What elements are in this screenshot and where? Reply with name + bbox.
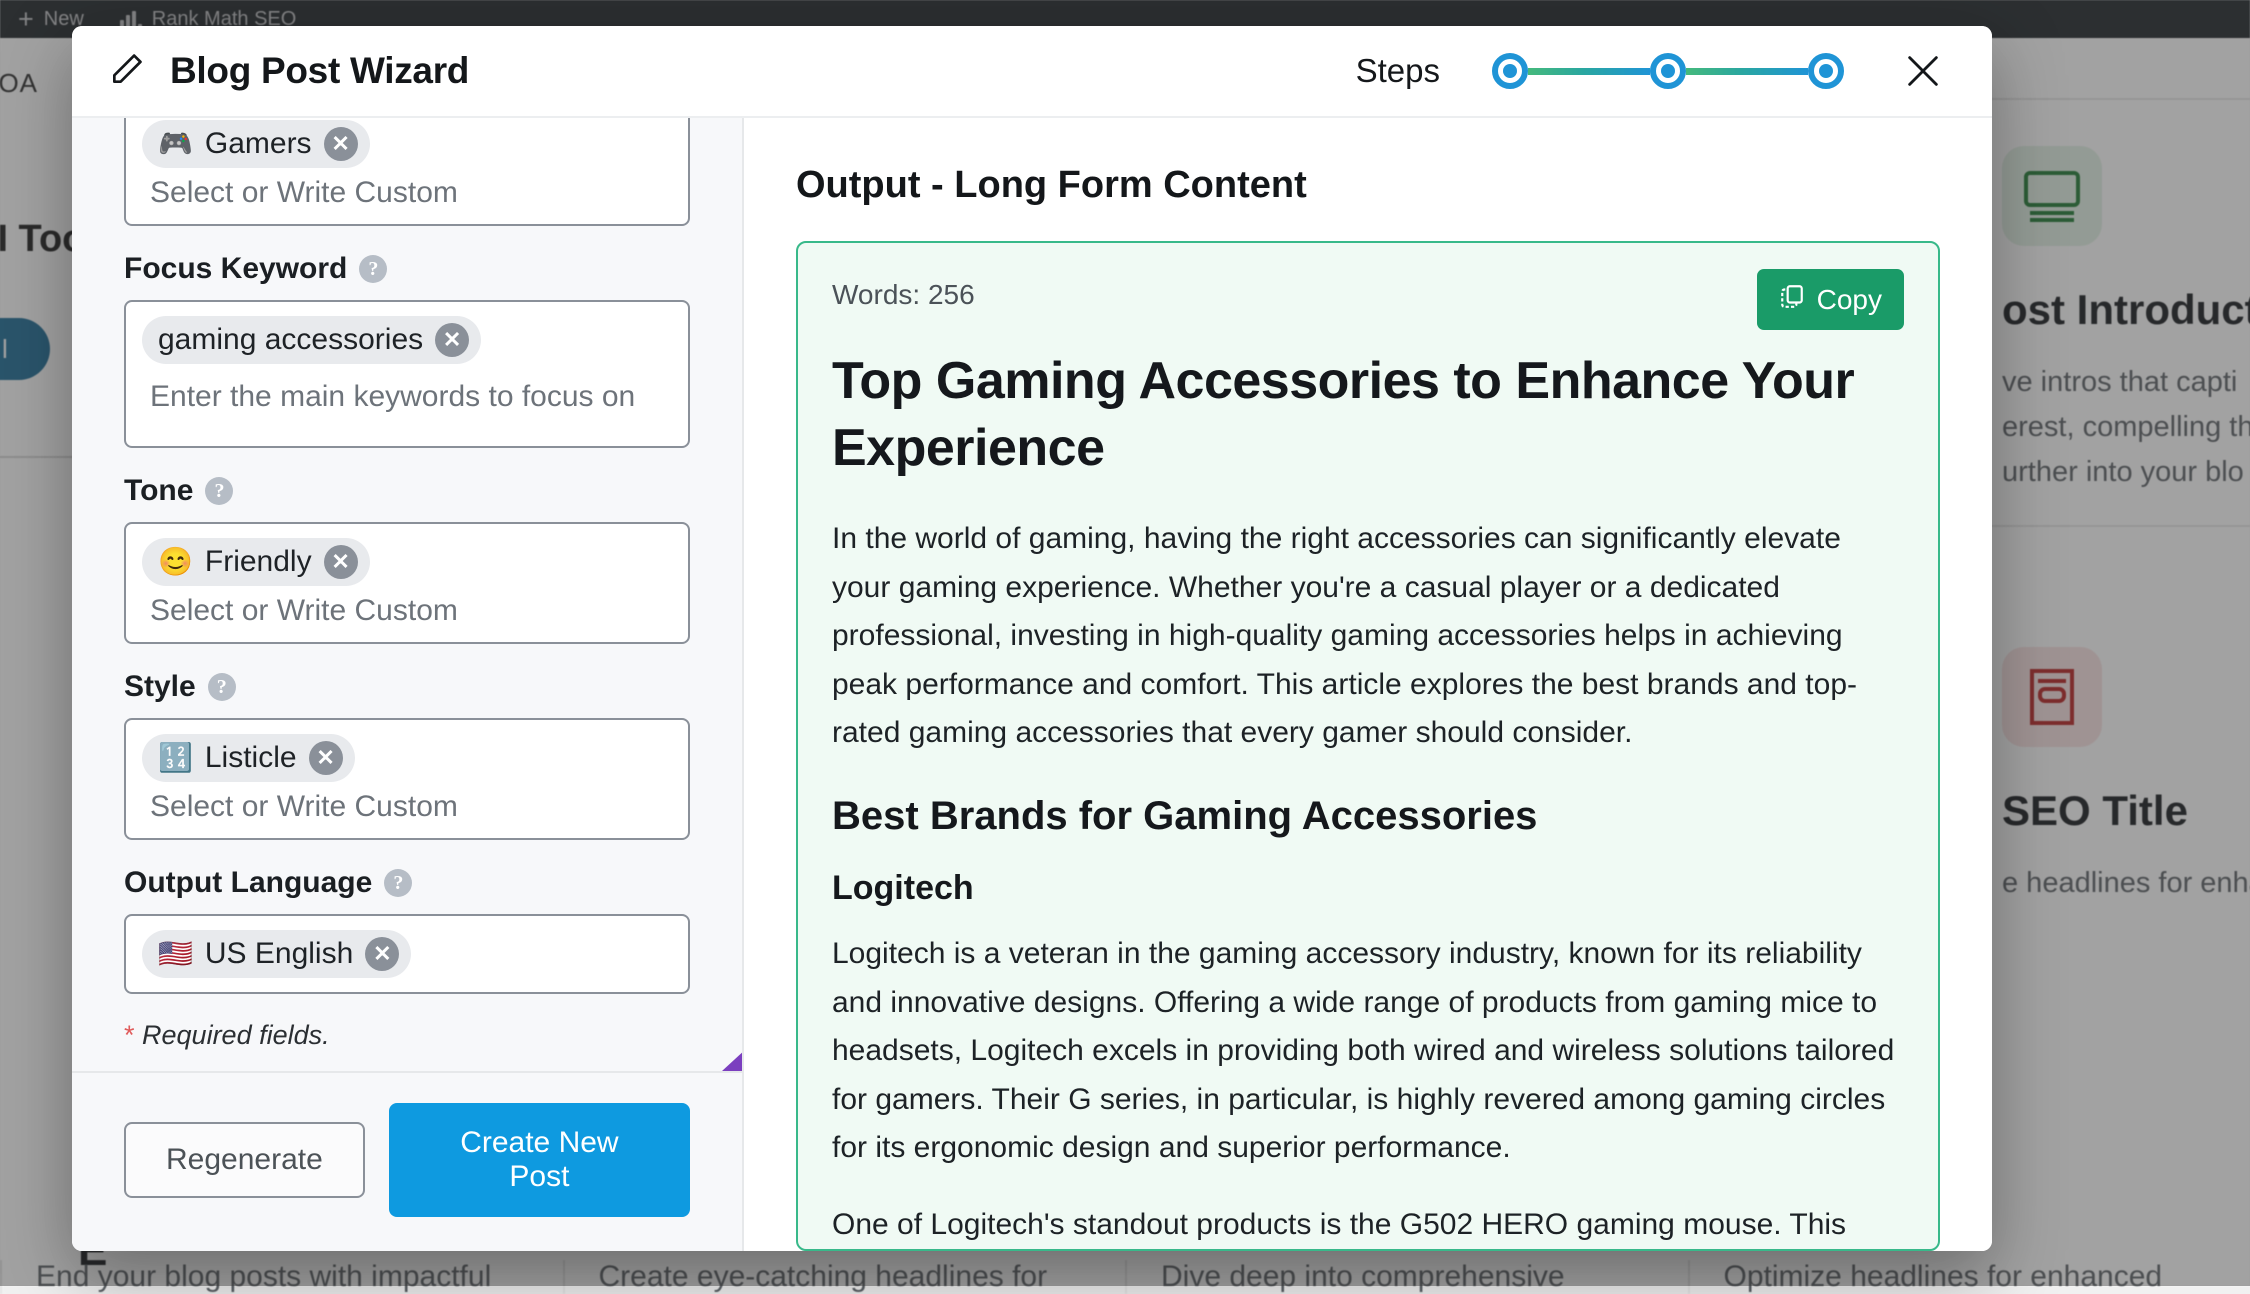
tag-label: US English	[205, 937, 353, 971]
article-h1: Top Gaming Accessories to Enhance Your E…	[832, 348, 1904, 481]
form-scroll-area[interactable]: 🎮 Gamers ✕ Select or Write Custom Focus …	[72, 118, 742, 1071]
tag-label: gaming accessories	[158, 323, 423, 357]
style-placeholder: Select or Write Custom	[142, 790, 458, 824]
gamepad-emoji-icon: 🎮	[158, 130, 193, 158]
step-dot-3[interactable]	[1808, 53, 1844, 89]
article-paragraph: In the world of gaming, having the right…	[832, 515, 1904, 758]
article-h3: Logitech	[832, 869, 1904, 908]
tag-chip: 🇺🇸 US English ✕	[142, 930, 411, 978]
field-output-language: Output Language ? 🇺🇸 US English ✕	[124, 866, 690, 994]
tone-input[interactable]: 😊 Friendly ✕ Select or Write Custom	[124, 522, 690, 644]
tag-label: Listicle	[205, 741, 297, 775]
help-icon[interactable]: ?	[205, 477, 233, 505]
remove-tag-icon[interactable]: ✕	[324, 127, 358, 161]
generated-article: Top Gaming Accessories to Enhance Your E…	[832, 348, 1904, 1250]
tag-chip: 🔢 Listicle ✕	[142, 734, 355, 782]
field-style: Style ? 🔢 Listicle ✕ Select or Write Cus…	[124, 670, 690, 840]
required-fields-note: * Required fields.	[124, 1020, 690, 1051]
audience-input[interactable]: 🎮 Gamers ✕ Select or Write Custom	[124, 118, 690, 226]
blog-post-wizard-modal: Blog Post Wizard Steps	[72, 26, 1992, 1251]
style-input[interactable]: 🔢 Listicle ✕ Select or Write Custom	[124, 718, 690, 840]
page-title: Blog Post Wizard	[170, 50, 469, 92]
tag-chip: 🎮 Gamers ✕	[142, 120, 370, 168]
form-footer: Regenerate Create New Post	[72, 1071, 742, 1251]
modal-header-right: Steps	[1356, 44, 1950, 98]
tag-chip: 😊 Friendly ✕	[142, 538, 370, 586]
modal-body: 🎮 Gamers ✕ Select or Write Custom Focus …	[72, 118, 1992, 1251]
remove-tag-icon[interactable]: ✕	[309, 741, 343, 775]
output-content-card: Words: 256 Copy Top Gaming Accessories t…	[796, 241, 1940, 1251]
copy-button[interactable]: Copy	[1757, 269, 1904, 330]
output-language-input[interactable]: 🇺🇸 US English ✕	[124, 914, 690, 994]
steps-label: Steps	[1356, 52, 1440, 90]
output-card-toolbar: Words: 256 Copy	[832, 269, 1904, 330]
required-asterisk: *	[124, 1020, 135, 1050]
numbers-emoji-icon: 🔢	[158, 744, 193, 772]
modal-header: Blog Post Wizard Steps	[72, 26, 1992, 118]
field-focus-keyword: Focus Keyword ? gaming accessories ✕ Ent…	[124, 252, 690, 448]
steps-indicator	[1492, 53, 1844, 89]
modal-title-group: Blog Post Wizard	[108, 50, 469, 93]
step-connector-1	[1528, 68, 1650, 75]
smiley-emoji-icon: 😊	[158, 548, 193, 576]
focus-keyword-placeholder: Enter the main keywords to focus on	[142, 380, 635, 414]
step-dot-2[interactable]	[1650, 53, 1686, 89]
field-tone: Tone ? 😊 Friendly ✕ Select or Write Cust…	[124, 474, 690, 644]
field-label-text: Tone	[124, 474, 193, 508]
article-paragraph: Logitech is a veteran in the gaming acce…	[832, 930, 1904, 1173]
regenerate-button[interactable]: Regenerate	[124, 1122, 365, 1198]
us-flag-emoji-icon: 🇺🇸	[158, 940, 193, 968]
tone-label-row: Tone ?	[124, 474, 690, 508]
help-icon[interactable]: ?	[384, 869, 412, 897]
focus-keyword-label-row: Focus Keyword ?	[124, 252, 690, 286]
create-new-post-button[interactable]: Create New Post	[389, 1103, 690, 1217]
article-paragraph: One of Logitech's standout products is t…	[832, 1201, 1904, 1250]
audience-placeholder: Select or Write Custom	[142, 176, 458, 210]
help-icon[interactable]: ?	[208, 673, 236, 701]
word-count-label: Words: 256	[832, 269, 975, 311]
copy-icon	[1779, 283, 1805, 316]
focus-keyword-input[interactable]: gaming accessories ✕ Enter the main keyw…	[124, 300, 690, 448]
step-dot-1[interactable]	[1492, 53, 1528, 89]
pencil-icon	[108, 50, 146, 93]
copy-button-label: Copy	[1817, 284, 1882, 316]
required-note-text: Required fields.	[135, 1020, 330, 1050]
output-heading: Output - Long Form Content	[796, 164, 1940, 207]
article-h2: Best Brands for Gaming Accessories	[832, 794, 1904, 839]
help-icon[interactable]: ?	[359, 255, 387, 283]
remove-tag-icon[interactable]: ✕	[324, 545, 358, 579]
style-label-row: Style ?	[124, 670, 690, 704]
step-connector-2	[1686, 68, 1808, 75]
output-language-label-row: Output Language ?	[124, 866, 690, 900]
wizard-form-pane: 🎮 Gamers ✕ Select or Write Custom Focus …	[72, 118, 744, 1251]
output-pane: Output - Long Form Content Words: 256 Co…	[744, 118, 1992, 1251]
tone-placeholder: Select or Write Custom	[142, 594, 458, 628]
field-label-text: Output Language	[124, 866, 372, 900]
remove-tag-icon[interactable]: ✕	[365, 937, 399, 971]
tag-label: Gamers	[205, 127, 312, 161]
tag-chip: gaming accessories ✕	[142, 316, 481, 364]
close-icon[interactable]	[1896, 44, 1950, 98]
remove-tag-icon[interactable]: ✕	[435, 323, 469, 357]
field-label-text: Style	[124, 670, 196, 704]
field-label-text: Focus Keyword	[124, 252, 347, 286]
field-audience: 🎮 Gamers ✕ Select or Write Custom	[124, 118, 690, 226]
tag-label: Friendly	[205, 545, 312, 579]
